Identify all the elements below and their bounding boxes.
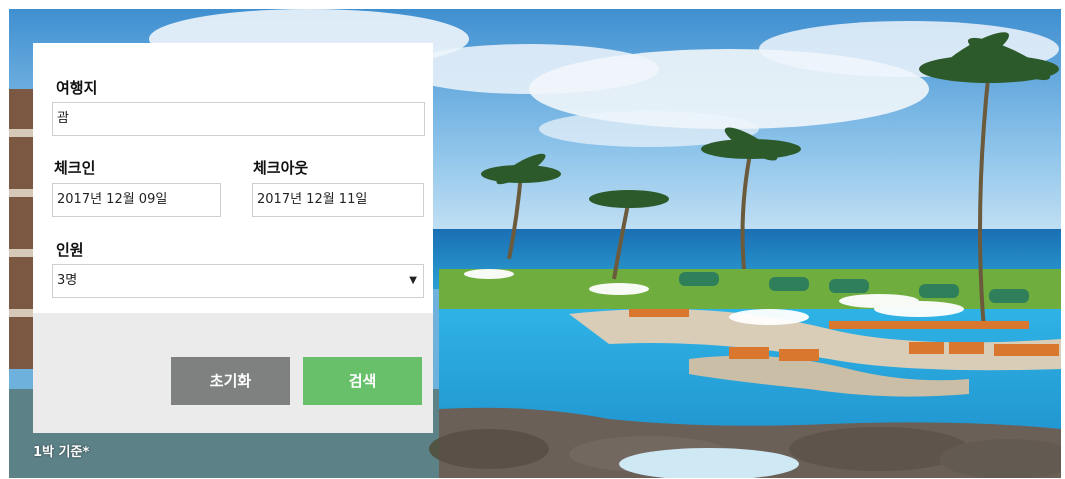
guests-select-value: 3명 [57, 273, 78, 288]
price-basis-note: 1박 기준* [33, 445, 90, 460]
checkin-date-input[interactable]: 2017년 12월 09일 [52, 183, 221, 217]
guests-label: 인원 [56, 241, 84, 259]
checkin-label: 체크인 [54, 159, 96, 177]
hotel-search-panel: 여행지 괌 체크인 2017년 12월 09일 체크아웃 2017년 12월 1… [33, 43, 433, 433]
reset-button[interactable]: 초기화 [171, 357, 290, 405]
search-button[interactable]: 검색 [303, 357, 422, 405]
search-form-fields: 여행지 괌 체크인 2017년 12월 09일 체크아웃 2017년 12월 1… [33, 43, 433, 313]
destination-label: 여행지 [56, 79, 98, 97]
checkout-label: 체크아웃 [253, 159, 309, 177]
dropdown-arrow-icon: ▼ [409, 275, 417, 286]
checkout-date-input[interactable]: 2017년 12월 11일 [252, 183, 424, 217]
destination-input[interactable]: 괌 [52, 102, 425, 136]
guests-select[interactable]: 3명 ▼ [52, 264, 424, 298]
search-form-actions: 초기화 검색 [33, 313, 433, 433]
